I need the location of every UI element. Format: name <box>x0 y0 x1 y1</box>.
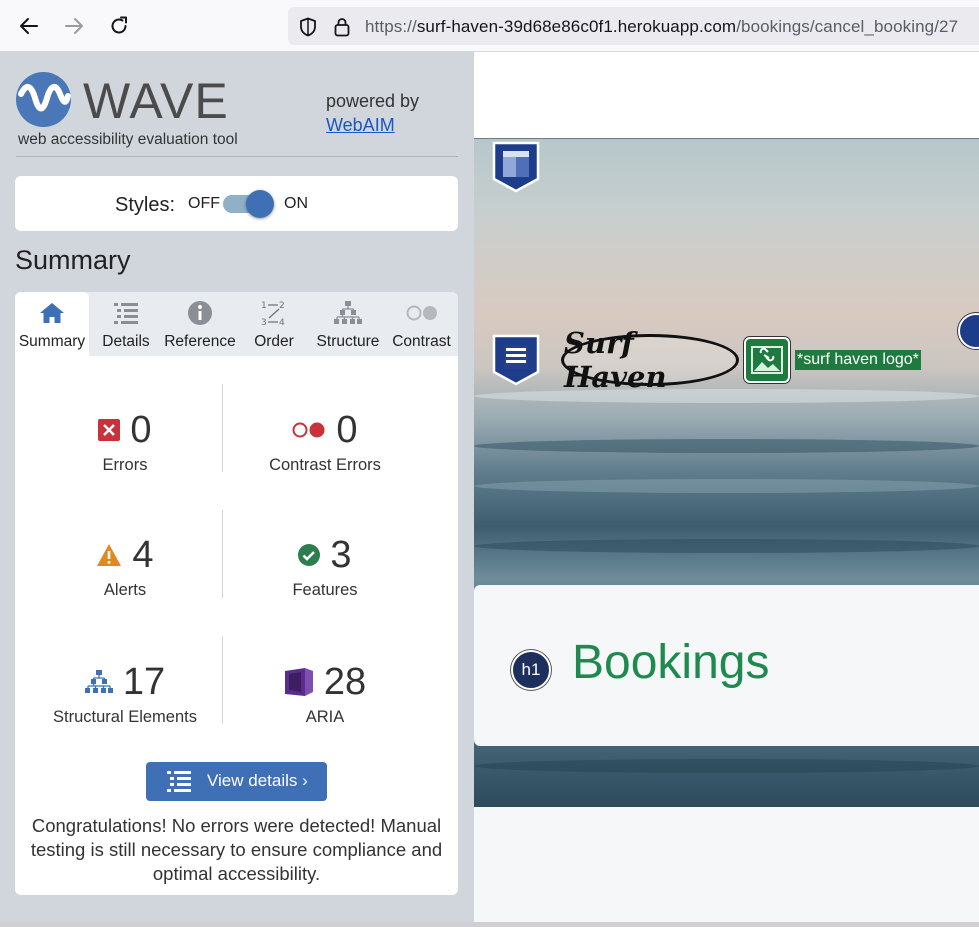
stat-features[interactable]: 3 Features <box>215 533 435 600</box>
stat-alerts[interactable]: 4 Alerts <box>15 533 235 600</box>
list-icon <box>167 771 191 792</box>
wave-logo-word: WAVE <box>83 73 229 129</box>
contrast-icon <box>406 305 437 321</box>
forward-arrow-icon <box>65 18 83 34</box>
svg-text:3: 3 <box>261 318 267 327</box>
horizontal-scrollbar[interactable] <box>0 922 979 927</box>
back-button[interactable] <box>14 11 44 41</box>
tab-structure[interactable]: Structure <box>311 292 385 356</box>
url-prefix: https:// <box>365 17 417 36</box>
wave-highlight <box>474 439 979 453</box>
feature-check-icon <box>298 544 321 566</box>
linked-image-icon[interactable] <box>744 337 790 383</box>
stat-aria[interactable]: 28 ARIA <box>215 660 435 727</box>
powered-by-label: powered by <box>326 91 420 111</box>
stat-contrast-errors[interactable]: 0 Contrast Errors <box>215 408 435 475</box>
tab-order[interactable]: 1 2 3 4 Order <box>237 292 311 356</box>
summary-panel: Summary Details Reference 1 2 3 4 Order Str… <box>15 292 458 895</box>
alerts-label: Alerts <box>103 581 147 599</box>
view-details-label: View details › <box>207 771 308 790</box>
tab-label: Details <box>102 333 150 350</box>
surf-haven-logo[interactable]: Surf Haven <box>561 326 739 394</box>
styles-on-label: ON <box>284 195 308 212</box>
stat-errors[interactable]: 0 Errors <box>15 408 235 475</box>
contrast-error-icon <box>292 422 325 438</box>
tab-label: Contrast <box>392 333 451 350</box>
bookings-card: h1 Bookings <box>474 585 979 746</box>
features-label: Features <box>292 581 358 599</box>
styles-toggle-box: Styles: OFF ON <box>15 176 458 231</box>
tab-details[interactable]: Details <box>89 292 163 356</box>
reload-button[interactable] <box>104 11 134 41</box>
structure-icon <box>84 670 113 693</box>
error-icon <box>98 419 121 441</box>
structural-label: Structural Elements <box>53 708 197 726</box>
powered-by: powered by WebAIM <box>326 89 419 137</box>
aria-label: ARIA <box>305 708 345 726</box>
tab-label: Summary <box>18 333 86 350</box>
shield-icon[interactable] <box>297 16 319 38</box>
list-icon <box>114 303 138 324</box>
styles-off-label: OFF <box>188 195 220 212</box>
tab-label: Structure <box>316 333 380 350</box>
svg-text:1: 1 <box>261 301 267 311</box>
styles-label: Styles: <box>115 194 176 216</box>
address-bar[interactable]: https://surf-haven-39d68e86c0f1.herokuap… <box>288 7 979 45</box>
contrast-errors-label: Contrast Errors <box>269 456 381 474</box>
toggle-knob[interactable] <box>246 190 274 218</box>
alert-icon <box>97 544 122 566</box>
congrats-message: Congratulations! No errors were detected… <box>30 815 443 884</box>
tab-reference[interactable]: Reference <box>163 292 237 356</box>
tab-label: Order <box>254 333 294 350</box>
back-arrow-icon <box>20 18 38 34</box>
wave-brand: WAVE web accessibility evaluation tool p… <box>16 72 458 157</box>
wave-logo-icon <box>16 72 71 127</box>
summary-title: Summary <box>15 245 131 275</box>
page-heading: Bookings <box>572 636 770 689</box>
forward-button[interactable] <box>59 11 89 41</box>
content-card <box>474 807 979 922</box>
h1-heading-icon[interactable]: h1 <box>511 650 551 690</box>
structural-count: 17 <box>122 660 166 703</box>
stat-structural-elements[interactable]: 17 Structural Elements <box>15 660 235 727</box>
alerts-count: 4 <box>132 533 154 576</box>
aria-icon <box>284 668 313 696</box>
structure-icon <box>334 301 362 324</box>
url-host: surf-haven-39d68e86c0f1.herokuapp.com <box>416 17 737 36</box>
url-text[interactable]: https://surf-haven-39d68e86c0f1.herokuap… <box>365 17 958 37</box>
errors-count: 0 <box>130 408 152 451</box>
errors-label: Errors <box>102 456 148 474</box>
svg-text:2: 2 <box>279 301 285 311</box>
tab-contrast[interactable]: Contrast <box>385 292 458 356</box>
features-count: 3 <box>330 533 352 576</box>
reload-icon <box>111 16 127 34</box>
aria-count: 28 <box>323 660 367 703</box>
tab-summary[interactable]: Summary <box>15 292 89 356</box>
wave-highlight <box>474 539 979 553</box>
wave-subtitle: web accessibility evaluation tool <box>18 131 238 148</box>
browser-toolbar: https://surf-haven-39d68e86c0f1.herokuap… <box>0 0 979 52</box>
contrast-errors-count: 0 <box>336 408 358 451</box>
url-path: /bookings/cancel_booking/27 <box>736 17 959 36</box>
info-icon <box>188 301 212 325</box>
styles-toggle[interactable] <box>223 190 274 218</box>
page-preview: Surf Haven *surf haven logo* h1 Bookings <box>474 52 979 922</box>
landmark-navigation-icon[interactable] <box>492 334 540 386</box>
view-details-button[interactable]: View details › <box>146 762 327 801</box>
svg-text:4: 4 <box>279 318 285 327</box>
landmark-header-icon[interactable] <box>492 141 540 193</box>
tab-label: Reference <box>164 333 236 350</box>
home-icon <box>40 303 64 323</box>
wave-highlight <box>474 479 979 493</box>
order-icon: 1 2 3 4 <box>261 301 285 327</box>
tab-bar: Summary Details Reference 1 2 3 4 Order Str… <box>15 292 458 356</box>
webaim-link[interactable]: WebAIM <box>326 113 419 137</box>
wave-highlight <box>474 759 979 773</box>
lock-icon[interactable] <box>331 16 353 38</box>
wave-sidebar: WAVE web accessibility evaluation tool p… <box>0 52 474 922</box>
alt-text-tag: *surf haven logo* <box>795 350 921 370</box>
